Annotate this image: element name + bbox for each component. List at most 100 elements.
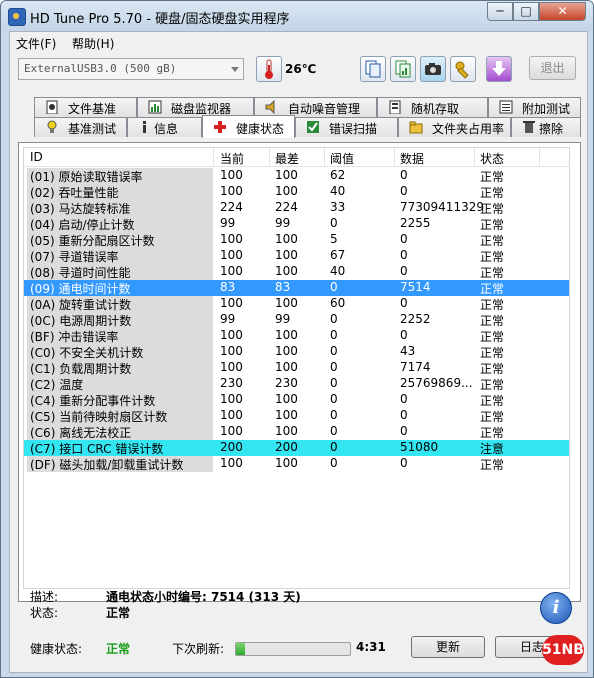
table-row[interactable]: (0A) 旋转重试计数 100 100 60 0 正常	[24, 296, 569, 312]
cell-worst: 230	[275, 376, 298, 390]
cell-status: 正常	[480, 266, 505, 280]
table-row[interactable]: (02) 吞吐量性能 100 100 40 0 正常	[24, 184, 569, 200]
tabs-row-top: 文件基准 磁盘监视器 自动噪音管理 随机存取 附加测试	[18, 97, 581, 117]
random-access-icon	[389, 100, 401, 114]
col-status[interactable]: 状态	[480, 150, 504, 167]
save-button[interactable]	[486, 56, 512, 82]
minimize-button[interactable]: ─	[487, 2, 513, 21]
wrench-icon	[455, 61, 469, 79]
menu-help[interactable]: 帮助(H)	[72, 35, 114, 52]
table-row[interactable]: (C5) 当前待映射扇区计数 100 100 0 0 正常	[24, 408, 569, 424]
cell-thr: 0	[330, 280, 338, 294]
cell-thr: 0	[330, 392, 338, 406]
temperature-button[interactable]	[256, 56, 282, 82]
tab-health[interactable]: 健康状态	[202, 115, 295, 138]
col-current[interactable]: 当前	[220, 150, 244, 167]
maximize-button[interactable]: □	[513, 2, 539, 21]
tab-extra-tests[interactable]: 附加测试	[488, 97, 581, 117]
tab-file-benchmark[interactable]: 文件基准	[34, 97, 137, 117]
cell-cur: 100	[220, 264, 243, 278]
cell-worst: 99	[275, 312, 291, 326]
drive-select-value: ExternalUSB3.0 (500 gB)	[24, 62, 177, 75]
cell-cur: 100	[220, 296, 243, 310]
description-area: 描述: 通电状态小时编号: 7514 (313 天) 状态: 正常	[18, 580, 581, 640]
options-button[interactable]	[450, 56, 476, 82]
menu-file[interactable]: 文件(F)	[16, 35, 56, 52]
screenshot-button[interactable]	[420, 56, 446, 82]
cell-status: 正常	[480, 330, 505, 344]
table-row[interactable]: (BF) 冲击错误率 100 100 0 0 正常	[24, 328, 569, 344]
cell-id: (C6) 离线无法校正	[30, 426, 132, 440]
table-row[interactable]: (C2) 温度 230 230 0 25769869... 正常	[24, 376, 569, 392]
thermometer-icon	[265, 59, 273, 79]
cell-status: 正常	[480, 298, 505, 312]
table-row[interactable]: (05) 重新分配扇区计数 100 100 5 0 正常	[24, 232, 569, 248]
table-row[interactable]: (09) 通电时间计数 83 83 0 7514 正常	[24, 280, 569, 296]
info-icon[interactable]: i	[540, 592, 572, 624]
cell-data: 0	[400, 296, 408, 310]
cell-status: 正常	[480, 458, 505, 472]
lightbulb-icon	[47, 120, 57, 133]
col-data[interactable]: 数据	[400, 150, 424, 167]
tab-erase[interactable]: 擦除	[511, 117, 581, 137]
cell-thr: 60	[330, 296, 346, 310]
tab-acoustic-management[interactable]: 自动噪音管理	[254, 97, 377, 117]
cell-status: 正常	[480, 170, 505, 184]
cell-worst: 200	[275, 440, 298, 454]
col-id[interactable]: ID	[30, 150, 43, 164]
speaker-icon	[265, 100, 275, 114]
table-row[interactable]: (04) 启动/停止计数 99 99 0 2255 正常	[24, 216, 569, 232]
cell-id: (C1) 负载周期计数	[30, 362, 132, 376]
cell-worst: 100	[275, 168, 298, 182]
col-threshold[interactable]: 阈值	[330, 150, 354, 167]
table-row[interactable]: (01) 原始读取错误率 100 100 62 0 正常	[24, 168, 569, 184]
update-button[interactable]: 更新	[411, 636, 485, 658]
cell-status: 正常	[480, 314, 505, 328]
cell-thr: 40	[330, 264, 346, 278]
table-row[interactable]: (C6) 离线无法校正 100 100 0 0 正常	[24, 424, 569, 440]
close-button[interactable]: ✕	[539, 2, 586, 21]
next-refresh-label: 下次刷新:	[172, 642, 225, 656]
tab-info[interactable]: 信息	[127, 117, 202, 137]
tab-random-access[interactable]: 随机存取	[377, 97, 488, 117]
copy-text-button[interactable]	[360, 56, 386, 82]
table-row[interactable]: (03) 马达旋转标准 224 224 33 77309411329 正常	[24, 200, 569, 216]
table-row[interactable]: (C1) 负载周期计数 100 100 0 7174 正常	[24, 360, 569, 376]
cell-id: (BF) 冲击错误率	[30, 330, 119, 344]
table-row[interactable]: (07) 寻道错误率 100 100 67 0 正常	[24, 248, 569, 264]
cell-status: 正常	[480, 426, 505, 440]
title-bar[interactable]: HD Tune Pro 5.70 - 硬盘/固态硬盘实用程序 ─ □ ✕	[1, 1, 593, 31]
table-row[interactable]: (DF) 磁头加载/卸载重试计数 100 100 0 0 正常	[24, 456, 569, 472]
table-row[interactable]: (0C) 电源周期计数 99 99 0 2252 正常	[24, 312, 569, 328]
cell-worst: 100	[275, 392, 298, 406]
table-row[interactable]: (C0) 不安全关机计数 100 100 0 43 正常	[24, 344, 569, 360]
cell-id: (03) 马达旋转标准	[30, 202, 131, 216]
tab-error-scan[interactable]: 错误扫描	[295, 117, 398, 137]
tab-disk-monitor[interactable]: 磁盘监视器	[137, 97, 254, 117]
tab-folder-usage[interactable]: 文件夹占用率	[398, 117, 511, 137]
table-row[interactable]: (C7) 接口 CRC 错误计数 200 200 0 51080 注意	[24, 440, 569, 456]
window-title: HD Tune Pro 5.70 - 硬盘/固态硬盘实用程序	[30, 12, 290, 27]
cell-worst: 100	[275, 248, 298, 262]
tab-benchmark[interactable]: 基准测试	[34, 117, 127, 137]
monitor-chart-icon	[148, 100, 162, 114]
cell-data: 7514	[400, 280, 431, 294]
cell-thr: 0	[330, 360, 338, 374]
cell-status: 正常	[480, 202, 505, 216]
tabs-row-bottom: 基准测试 信息 健康状态 错误扫描 文件夹占用率 擦除	[18, 115, 581, 138]
exit-button[interactable]: 退出	[529, 56, 576, 80]
cell-thr: 67	[330, 248, 346, 262]
cell-data: 7174	[400, 360, 431, 374]
trash-icon	[523, 121, 535, 133]
drive-select[interactable]: ExternalUSB3.0 (500 gB)	[18, 58, 244, 80]
copy-screen-button[interactable]	[390, 56, 416, 82]
col-worst[interactable]: 最差	[275, 150, 299, 167]
table-row[interactable]: (08) 寻道时间性能 100 100 40 0 正常	[24, 264, 569, 280]
cell-cur: 230	[220, 376, 243, 390]
cell-id: (09) 通电时间计数	[30, 282, 131, 296]
cell-worst: 100	[275, 264, 298, 278]
table-row[interactable]: (C4) 重新分配事件计数 100 100 0 0 正常	[24, 392, 569, 408]
cell-id: (05) 重新分配扇区计数	[30, 234, 155, 248]
cell-id: (C2) 温度	[30, 378, 84, 392]
smart-table[interactable]: ID 当前 最差 阈值 数据 状态 (01) 原始读取错误率 100 100 62 0 正…	[23, 147, 570, 589]
